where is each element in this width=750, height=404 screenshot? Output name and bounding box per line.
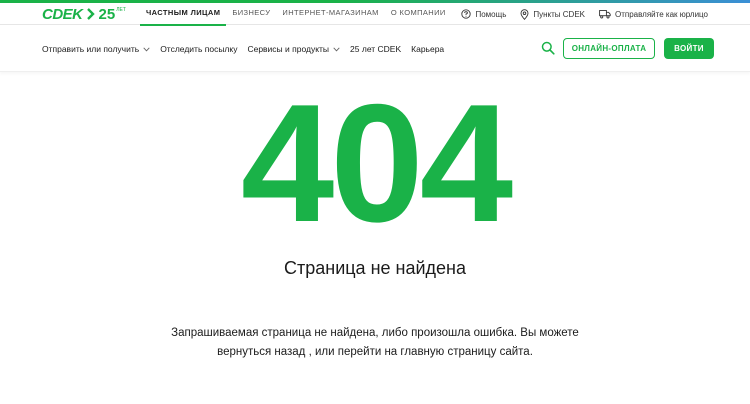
help-label: Помощь (475, 9, 507, 19)
points-label: Пункты CDEK (533, 9, 585, 19)
send-legal-label: Отправляйте как юрлицо (615, 9, 708, 19)
nav-item-label: Карьера (411, 44, 445, 54)
error-description-line-2: вернуться назад , или перейти на главную… (217, 346, 533, 358)
nav-item-services[interactable]: Сервисы и продукты (247, 44, 340, 54)
nav-item-send-receive[interactable]: Отправить или получить (42, 44, 150, 54)
tab-about[interactable]: О КОМПАНИИ (385, 3, 452, 25)
error-code: 404 (240, 69, 513, 257)
nav-item-track[interactable]: Отследить посылку (160, 44, 237, 54)
location-pin-icon (520, 8, 529, 20)
tab-business[interactable]: БИЗНЕСУ (226, 3, 276, 25)
logo-chevron-icon (86, 8, 95, 20)
error-description-line-1: Запрашиваемая страница не найдена, либо … (171, 327, 579, 339)
nav-item-label: 25 лет CDEK (350, 44, 402, 54)
tab-online-stores[interactable]: ИНТЕРНЕТ-МАГАЗИНАМ (276, 3, 384, 25)
login-button[interactable]: ВОЙТИ (664, 38, 714, 59)
logo-brand: CDEK (42, 5, 83, 23)
logo-anniversary: 25 (98, 5, 116, 23)
points-link[interactable]: Пункты CDEK (520, 8, 585, 20)
audience-tabs: ЧАСТНЫМ ЛИЦАМ БИЗНЕСУ ИНТЕРНЕТ-МАГАЗИНАМ… (140, 3, 452, 26)
nav-item-label: Отследить посылку (160, 44, 238, 54)
cdek-logo[interactable]: CDEK 25 ЛЕТ (42, 5, 126, 23)
nav-item-25-years[interactable]: 25 лет CDEK (350, 44, 401, 54)
tab-private[interactable]: ЧАСТНЫМ ЛИЦАМ (140, 3, 227, 26)
chevron-down-icon (333, 46, 340, 51)
search-icon[interactable] (541, 41, 555, 55)
truck-icon (599, 10, 611, 19)
utility-links: Помощь Пункты CDEK Отправляйте как юрлиц… (447, 3, 708, 25)
nav-item-label: Сервисы и продукты (247, 44, 330, 54)
error-title: Страница не найдена (283, 258, 466, 278)
online-payment-button[interactable]: ОНЛАЙН-ОПЛАТА (563, 38, 655, 59)
top-bar: CDEK 25 ЛЕТ ЧАСТНЫМ ЛИЦАМ БИЗНЕСУ ИНТЕРН… (0, 3, 750, 26)
nav-item-career[interactable]: Карьера (411, 44, 444, 54)
error-description: Запрашиваемая страница не найдена, либо … (150, 324, 600, 362)
main-nav: Отправить или получить Отследить посылку… (0, 26, 750, 72)
logo-anniversary-suffix: ЛЕТ (116, 7, 126, 13)
send-legal-link[interactable]: Отправляйте как юрлицо (599, 9, 708, 19)
nav-item-label: Отправить или получить (42, 44, 140, 54)
help-link[interactable]: Помощь (461, 9, 506, 19)
chevron-down-icon (143, 46, 150, 51)
nav-items: Отправить или получить Отследить посылку… (42, 26, 454, 72)
help-icon (461, 9, 472, 19)
